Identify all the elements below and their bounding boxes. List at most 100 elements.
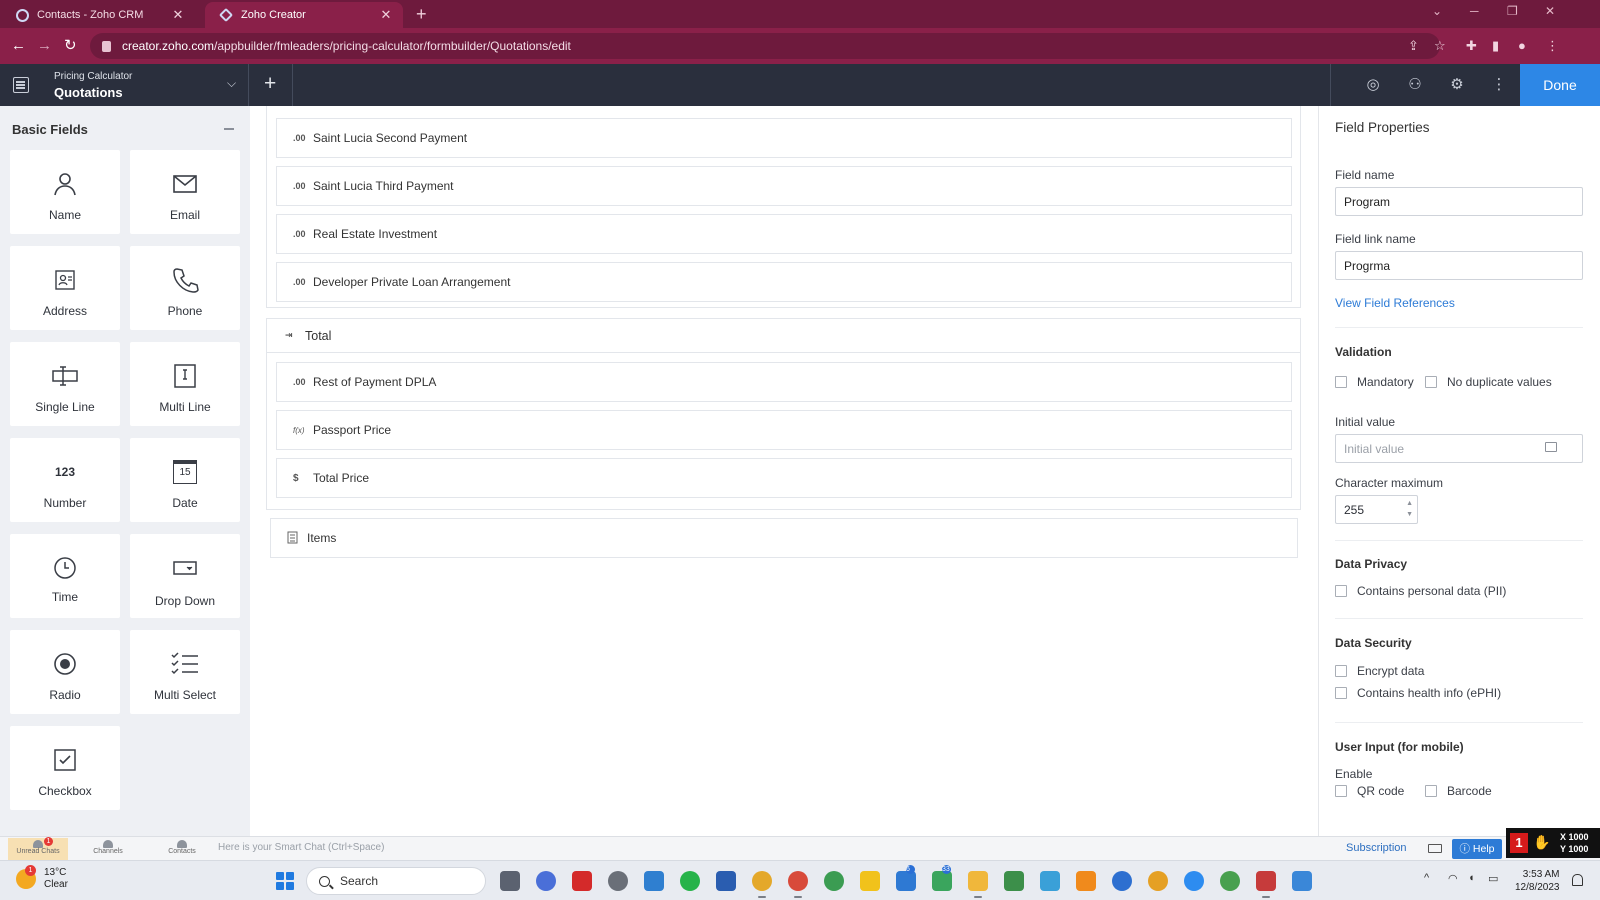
field-tile-multi-select[interactable]: Multi Select — [130, 630, 240, 714]
chevron-down-icon[interactable]: ⌵ — [227, 76, 236, 91]
taskbar-search[interactable]: Search — [306, 867, 486, 895]
chrome-second-icon[interactable] — [1148, 871, 1168, 891]
back-arrow-icon[interactable]: ← — [11, 37, 26, 55]
add-form-icon[interactable]: + — [264, 72, 276, 96]
restore-icon[interactable]: ❐ — [1507, 4, 1518, 18]
vlc-icon[interactable] — [1076, 871, 1096, 891]
wifi-icon[interactable]: ◠ — [1448, 872, 1458, 885]
checkbox-box[interactable] — [1425, 376, 1437, 388]
field-tile-checkbox[interactable]: Checkbox — [10, 726, 120, 810]
share-icon[interactable]: ⇪ — [1408, 38, 1419, 54]
field-tile-radio[interactable]: Radio — [10, 630, 120, 714]
contacts-button[interactable]: Contacts — [152, 838, 212, 860]
pdf-reader-icon[interactable] — [572, 871, 592, 891]
word-icon[interactable] — [716, 871, 736, 891]
unread-chats-button[interactable]: 1 Unread Chats — [8, 837, 68, 860]
character-maximum-stepper[interactable]: 255 ▲ ▼ — [1335, 495, 1418, 524]
qr-code-checkbox[interactable]: QR code — [1335, 784, 1404, 798]
close-tab-icon[interactable]: ✕ — [379, 7, 393, 23]
initial-value-picker-icon[interactable] — [1545, 442, 1557, 452]
app-icon[interactable] — [608, 871, 628, 891]
tab-zoho-creator[interactable]: Zoho Creator ✕ — [205, 2, 403, 28]
weather-widget[interactable]: 1 13°C Clear — [16, 865, 68, 891]
no-duplicate-checkbox[interactable]: No duplicate values — [1425, 375, 1552, 389]
windows-start-icon[interactable] — [276, 872, 294, 890]
profile-avatar-icon[interactable]: ● — [1518, 38, 1526, 53]
close-tab-icon[interactable]: ✕ — [171, 7, 185, 23]
subform-items-row[interactable]: Items — [270, 518, 1298, 558]
whatsapp-icon[interactable] — [680, 871, 700, 891]
field-tile-single-line[interactable]: Single Line — [10, 342, 120, 426]
field-tile-time[interactable]: Time — [10, 534, 120, 618]
address-bar[interactable]: creator.zoho.com/appbuilder/fmleaders/pr… — [90, 33, 1440, 59]
checkbox-box[interactable] — [1335, 665, 1347, 677]
field-link-name-input[interactable] — [1335, 251, 1583, 280]
field-tile-email[interactable]: Email — [130, 150, 240, 234]
field-name-input[interactable] — [1335, 187, 1583, 216]
section-header-total[interactable]: ⇥ Total — [266, 318, 1301, 353]
view-field-references-link[interactable]: View Field References — [1335, 296, 1455, 310]
form-field-row[interactable]: .00 Real Estate Investment — [276, 214, 1292, 254]
new-tab-icon[interactable]: + — [416, 3, 427, 25]
chrome-alt-icon[interactable] — [824, 871, 844, 891]
extensions-puzzle-icon[interactable]: ✚ — [1466, 38, 1477, 54]
sticky-notes-icon[interactable] — [860, 871, 880, 891]
side-panel-icon[interactable]: ▮ — [1492, 38, 1499, 54]
stepper-arrows-icon[interactable]: ▲ ▼ — [1406, 498, 1413, 520]
more-options-icon[interactable]: ⋮ — [1490, 76, 1508, 94]
field-tile-number[interactable]: 123 Number — [10, 438, 120, 522]
form-field-row[interactable]: .00 Saint Lucia Third Payment — [276, 166, 1292, 206]
signal-icon[interactable] — [1112, 871, 1132, 891]
smart-chat-input[interactable]: Here is your Smart Chat (Ctrl+Space) — [218, 842, 384, 853]
channels-button[interactable]: Channels — [78, 838, 138, 860]
form-field-row[interactable]: .00 Developer Private Loan Arrangement — [276, 262, 1292, 302]
subscription-link[interactable]: Subscription — [1346, 842, 1407, 854]
reload-icon[interactable]: ↻ — [64, 37, 77, 55]
checkbox-box[interactable] — [1425, 785, 1437, 797]
workflow-icon[interactable]: ⚇ — [1406, 76, 1424, 94]
form-field-row[interactable]: .00 Rest of Payment DPLA — [276, 362, 1292, 402]
form-field-row[interactable]: f(x) Passport Price — [276, 410, 1292, 450]
form-field-row[interactable]: .00 Saint Lucia Second Payment — [276, 118, 1292, 158]
collapse-icon[interactable] — [224, 128, 234, 130]
field-tile-address[interactable]: Address — [10, 246, 120, 330]
tab-search-icon[interactable]: ⌄ — [1432, 4, 1442, 18]
chrome-icon[interactable] — [752, 871, 772, 898]
zoom-icon[interactable] — [1184, 871, 1204, 891]
system-clock[interactable]: 3:53 AM 12/8/2023 — [1515, 868, 1560, 894]
help-button[interactable]: ⓘ Help — [1452, 839, 1502, 859]
battery-icon[interactable]: ▭ — [1488, 872, 1498, 885]
chrome-profile-icon[interactable] — [788, 871, 808, 898]
minimize-icon[interactable]: ─ — [1470, 4, 1479, 18]
bookmark-star-icon[interactable]: ☆ — [1434, 38, 1446, 54]
mandatory-checkbox[interactable]: Mandatory — [1335, 375, 1414, 389]
keyboard-icon[interactable] — [1428, 844, 1442, 853]
checkbox-box[interactable] — [1335, 585, 1347, 597]
tray-chevron-icon[interactable]: ^ — [1424, 872, 1429, 884]
encrypt-data-checkbox[interactable]: Encrypt data — [1335, 664, 1424, 678]
messaging-icon[interactable]: 33 — [932, 865, 952, 891]
edge-icon[interactable] — [1220, 871, 1240, 891]
task-view-icon[interactable] — [500, 871, 520, 891]
field-tile-phone[interactable]: Phone — [130, 246, 240, 330]
barcode-checkbox[interactable]: Barcode — [1425, 784, 1492, 798]
meet-icon[interactable] — [536, 871, 556, 891]
snipping-tool-icon[interactable] — [1256, 871, 1276, 898]
photos-icon[interactable] — [1292, 871, 1312, 891]
gear-icon[interactable]: ⚙ — [1448, 76, 1466, 94]
browser-menu-icon[interactable]: ⋮ — [1546, 38, 1559, 54]
form-field-row[interactable]: $ Total Price — [276, 458, 1292, 498]
forward-arrow-icon[interactable]: → — [37, 37, 52, 55]
preview-icon[interactable]: ◎ — [1364, 76, 1382, 94]
mail-icon[interactable]: 6 — [896, 865, 916, 891]
contains-health-info-checkbox[interactable]: Contains health info (ePHI) — [1335, 686, 1501, 700]
checkbox-box[interactable] — [1335, 687, 1347, 699]
media-play-icon[interactable] — [1004, 871, 1024, 891]
window-close-icon[interactable]: ✕ — [1545, 4, 1555, 18]
checkbox-box[interactable] — [1335, 785, 1347, 797]
vpn-icon[interactable] — [1040, 871, 1060, 891]
field-tile-name[interactable]: Name — [10, 150, 120, 234]
field-tile-multi-line[interactable]: Multi Line — [130, 342, 240, 426]
file-explorer-icon[interactable] — [968, 871, 988, 898]
vscode-icon[interactable] — [644, 871, 664, 891]
